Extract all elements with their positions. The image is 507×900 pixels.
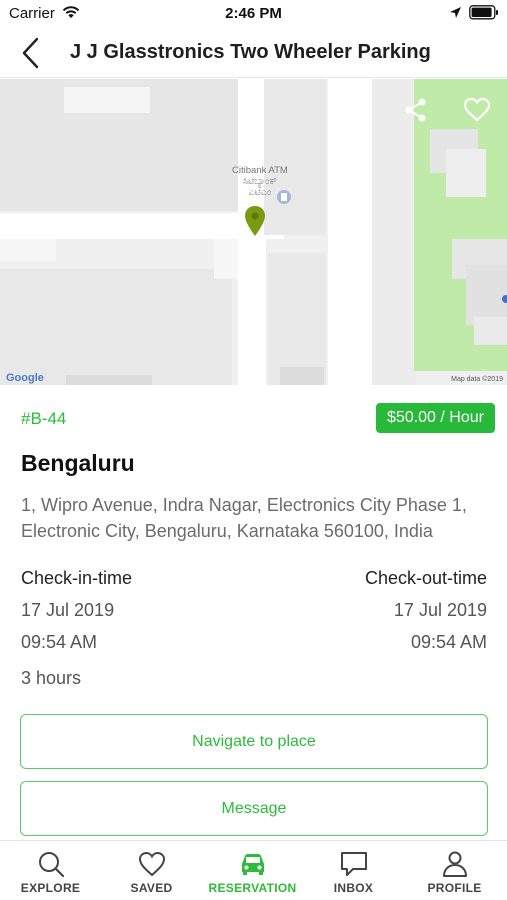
checkout-label: Check-out-time xyxy=(364,568,487,588)
location-pin-icon[interactable] xyxy=(243,204,267,238)
person-icon xyxy=(443,851,467,877)
battery-icon xyxy=(469,5,498,20)
clock: 2:46 PM xyxy=(225,5,282,22)
poi-label-citibank-atm: Citibank ATM ಸಿಟಿಬ್ಯಾಂಕ್ ಎಟಿಎಂ xyxy=(232,165,288,198)
back-chevron-icon[interactable] xyxy=(18,36,46,70)
chat-icon xyxy=(341,852,367,876)
message-button[interactable]: Message xyxy=(20,781,488,836)
duration: 3 hours xyxy=(21,668,82,688)
tab-label-inbox: INBOX xyxy=(333,881,374,895)
tab-label-saved: SAVED xyxy=(130,881,173,895)
tab-label-profile: PROFILE xyxy=(427,881,482,895)
tab-saved[interactable]: SAVED xyxy=(101,841,202,900)
tab-inbox[interactable]: INBOX xyxy=(303,841,404,900)
favorite-heart-icon[interactable] xyxy=(463,97,491,123)
tab-label-reservation: RESERVATION xyxy=(208,881,297,895)
address-text: 1, Wipro Avenue, Indra Nagar, Electronic… xyxy=(21,495,467,541)
city-heading: Bengaluru xyxy=(21,450,135,476)
poi-label-line2: ಸಿಟಿಬ್ಯಾಂಕ್ xyxy=(242,176,277,187)
heart-icon xyxy=(138,851,166,877)
tab-reservation[interactable]: RESERVATION xyxy=(202,841,303,900)
nav-bar: J J Glasstronics Two Wheeler Parking xyxy=(0,28,507,78)
checkout-date: 17 Jul 2019 xyxy=(393,600,487,620)
status-bar: Carrier 2:46 PM xyxy=(0,0,507,28)
checkin-label: Check-in-time xyxy=(21,568,133,588)
page-title: J J Glasstronics Two Wheeler Parking xyxy=(70,41,431,63)
car-icon xyxy=(242,854,264,875)
search-icon xyxy=(39,852,65,878)
poi-label-line1: Citibank ATM xyxy=(232,165,288,176)
price-badge: $50.00 / Hour xyxy=(376,403,495,433)
tab-bar: EXPLORE SAVED RESERVATION INBOX PROFILE xyxy=(0,840,507,900)
checkin-date: 17 Jul 2019 xyxy=(21,600,115,620)
navigate-to-place-button[interactable]: Navigate to place xyxy=(20,714,488,769)
tab-label-explore: EXPLORE xyxy=(20,881,81,895)
share-icon[interactable] xyxy=(402,97,430,123)
checkout-time: 09:54 AM xyxy=(410,632,487,652)
map-data-attribution: Map data ©2019 xyxy=(451,376,503,383)
spot-id: #B-44 xyxy=(21,409,67,428)
location-arrow-icon xyxy=(450,7,461,18)
poi-label-line3: ಎಟಿಎಂ xyxy=(248,187,272,198)
checkin-time: 09:54 AM xyxy=(21,632,98,652)
tab-explore[interactable]: EXPLORE xyxy=(0,841,101,900)
google-logo: Google xyxy=(6,372,44,384)
map-view[interactable]: Citibank ATM ಸಿಟಿಬ್ಯಾಂಕ್ ಎಟಿಎಂ Google Ma… xyxy=(0,79,507,385)
tab-profile[interactable]: PROFILE xyxy=(404,841,505,900)
